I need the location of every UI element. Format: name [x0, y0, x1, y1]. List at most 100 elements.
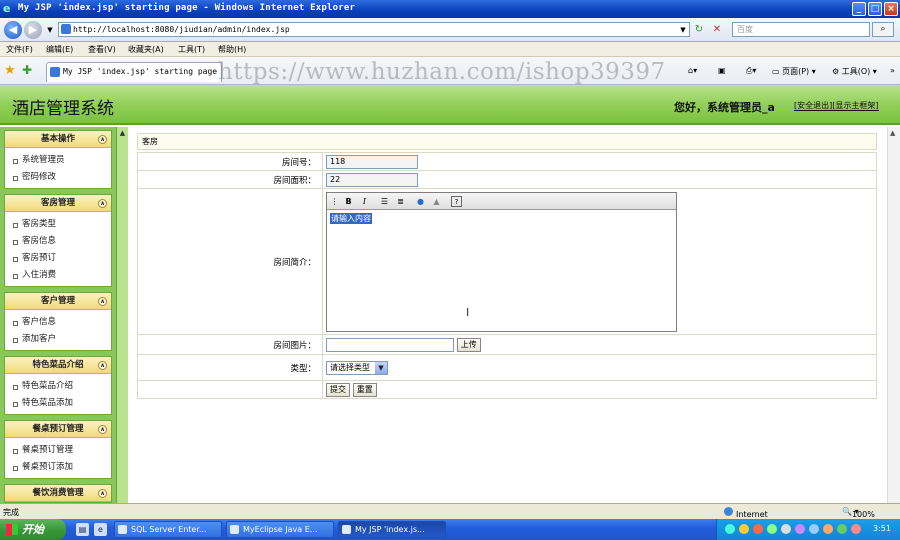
print-icon[interactable]: ⎙▾	[746, 66, 756, 76]
task-myeclipse[interactable]: MyEclipse Java E...	[226, 521, 334, 538]
room-area-input[interactable]: 22	[326, 172, 418, 187]
collapse-icon[interactable]: ∧	[98, 135, 107, 144]
tools-menu[interactable]: ⚙ 工具(O) ▾	[832, 66, 877, 77]
group-header[interactable]: 客户管理 ∧	[5, 293, 111, 310]
windows-flag-icon	[6, 524, 18, 535]
tray-volume-icon[interactable]	[781, 524, 791, 534]
italic-icon[interactable]: I	[359, 196, 370, 207]
sidebar-item-dish-add[interactable]: 特色菜品添加	[13, 395, 111, 412]
menu-view[interactable]: 查看(V)	[88, 44, 116, 55]
sidebar-item-room-type[interactable]: 客房类型	[13, 216, 111, 233]
editor-body[interactable]: 请输入内容 I	[327, 210, 676, 331]
submit-button[interactable]: 提交	[326, 382, 350, 397]
chevron-down-icon[interactable]: ▼	[375, 361, 387, 374]
tray-ime-icon[interactable]	[795, 524, 805, 534]
task-label: MyEclipse Java E...	[243, 525, 318, 534]
home-icon[interactable]: ⌂▾	[688, 66, 697, 75]
search-button[interactable]: ⌕	[872, 22, 894, 37]
tray-misc-icon[interactable]	[809, 524, 819, 534]
zoom-control[interactable]: 🔍 100% ▾	[842, 507, 875, 519]
tray-update-icon[interactable]	[823, 524, 833, 534]
tray-shield-icon[interactable]	[767, 524, 777, 534]
help-icon[interactable]: ?	[451, 195, 462, 207]
sidebar-scrollbar[interactable]: ▲	[116, 127, 128, 503]
tray-server-icon[interactable]	[837, 524, 847, 534]
refresh-icon[interactable]: ↻	[692, 23, 706, 37]
image-icon[interactable]: ▲	[431, 196, 442, 207]
sidebar-item-customer-info[interactable]: 客户信息	[13, 314, 111, 331]
sidebar-item-room-booking[interactable]: 客房预订	[13, 250, 111, 267]
sidebar-item-add-customer[interactable]: 添加客户	[13, 331, 111, 348]
upload-button[interactable]: 上传	[456, 337, 481, 352]
feeds-icon[interactable]: ▣	[718, 66, 726, 75]
collapse-icon[interactable]: ∧	[98, 199, 107, 208]
collapse-icon[interactable]: ∧	[98, 297, 107, 306]
sidebar-item-room-info[interactable]: 客房信息	[13, 233, 111, 250]
show-desktop-icon[interactable]: ▤	[76, 523, 89, 536]
group-header[interactable]: 餐桌预订管理 ∧	[5, 421, 111, 438]
history-dropdown-icon[interactable]: ▼	[43, 23, 57, 37]
link-icon[interactable]: ●	[415, 196, 426, 207]
tray-app-icon[interactable]	[739, 524, 749, 534]
group-header[interactable]: 特色菜品介绍 ∧	[5, 357, 111, 374]
quicklaunch-ie-icon[interactable]: e	[94, 523, 107, 536]
menu-help[interactable]: 帮助(H)	[218, 44, 246, 55]
group-table-booking: 餐桌预订管理 ∧ 餐桌预订管理 餐桌预订添加	[4, 420, 112, 479]
room-type-select[interactable]: 请选择类型 ▼	[326, 360, 388, 375]
close-button[interactable]: ×	[884, 2, 898, 16]
group-room-mgmt: 客房管理 ∧ 客房类型 客房信息 客房预订 入住消费	[4, 194, 112, 287]
bold-icon[interactable]: B	[343, 196, 354, 207]
room-no-input[interactable]: 118	[326, 154, 418, 169]
minimize-button[interactable]: _	[852, 2, 866, 16]
group-header[interactable]: 餐饮消费管理 ∧	[5, 485, 111, 502]
maximize-button[interactable]: □	[868, 2, 882, 16]
group-title: 客户管理	[40, 296, 75, 306]
back-button[interactable]: ◀	[4, 21, 22, 39]
tray-security-icon[interactable]	[753, 524, 763, 534]
page-menu[interactable]: ▭ 页面(P) ▾	[772, 66, 816, 77]
collapse-icon[interactable]: ∧	[98, 361, 107, 370]
scroll-up-icon[interactable]: ▲	[890, 129, 895, 137]
tab-current-page[interactable]: My JSP 'index.jsp' starting page	[46, 62, 222, 82]
collapse-icon[interactable]: ∧	[98, 489, 107, 498]
sidebar-groups: 基本操作 ∧ 系统管理员 密码修改 客房管理 ∧ 客房类型 客房信息 客房预订 入住…	[4, 130, 112, 503]
favorites-star-icon[interactable]: ★	[4, 63, 16, 78]
ordered-list-icon[interactable]: ☰	[379, 196, 390, 207]
sidebar-item-table-booking-add[interactable]: 餐桌预订添加	[13, 459, 111, 476]
add-favorite-icon[interactable]: ✚	[22, 63, 32, 77]
home-frame-link[interactable]: [显示主框架]	[832, 101, 879, 111]
sidebar-item-password[interactable]: 密码修改	[13, 169, 111, 186]
stop-icon[interactable]: ✕	[710, 23, 724, 37]
collapse-icon[interactable]: ∧	[98, 425, 107, 434]
address-input[interactable]: http://localhost:8080/jiudian/admin/inde…	[58, 22, 690, 37]
page-scrollbar[interactable]: ▲	[887, 127, 900, 503]
sidebar-item-checkin[interactable]: 入住消费	[13, 267, 111, 284]
task-sql-server[interactable]: SQL Server Enter...	[114, 521, 222, 538]
group-header[interactable]: 基本操作 ∧	[5, 131, 111, 148]
room-form: 房间号： 118 房间面积： 22 房间简介： ⋮ B I ☰ ≣ ● ▲ ? …	[137, 152, 877, 399]
photo-path-input[interactable]	[326, 337, 454, 352]
tray-network-icon[interactable]	[725, 524, 735, 534]
logout-link[interactable]: [安全退出]	[794, 101, 833, 111]
group-header[interactable]: 客房管理 ∧	[5, 195, 111, 212]
menu-file[interactable]: 文件(F)	[6, 44, 33, 55]
unordered-list-icon[interactable]: ≣	[395, 196, 406, 207]
menu-favorites[interactable]: 收藏夹(A)	[128, 44, 164, 55]
sidebar-item-admin[interactable]: 系统管理员	[13, 152, 111, 169]
task-ie-page[interactable]: My JSP 'index.js...	[338, 521, 446, 538]
address-dropdown-icon[interactable]: ▼	[676, 23, 690, 37]
group-title: 客房管理	[40, 198, 75, 208]
scroll-up-icon[interactable]: ▲	[118, 129, 127, 138]
tray-alert-icon[interactable]	[851, 524, 861, 534]
search-input[interactable]: 百度	[732, 22, 870, 37]
tab-label: My JSP 'index.jsp' starting page	[63, 67, 218, 76]
start-button[interactable]: 开始	[0, 519, 66, 540]
menu-edit[interactable]: 编辑(E)	[46, 44, 73, 55]
rich-text-editor[interactable]: ⋮ B I ☰ ≣ ● ▲ ? 请输入内容 I	[326, 191, 677, 332]
forward-button[interactable]: ▶	[24, 21, 42, 39]
sidebar-item-table-booking-mgmt[interactable]: 餐桌预订管理	[13, 442, 111, 459]
toolbar-more-icon[interactable]: »	[890, 66, 895, 75]
sidebar-item-dish-intro[interactable]: 特色菜品介绍	[13, 378, 111, 395]
reset-button[interactable]: 重置	[352, 382, 377, 397]
menu-tools[interactable]: 工具(T)	[178, 44, 205, 55]
